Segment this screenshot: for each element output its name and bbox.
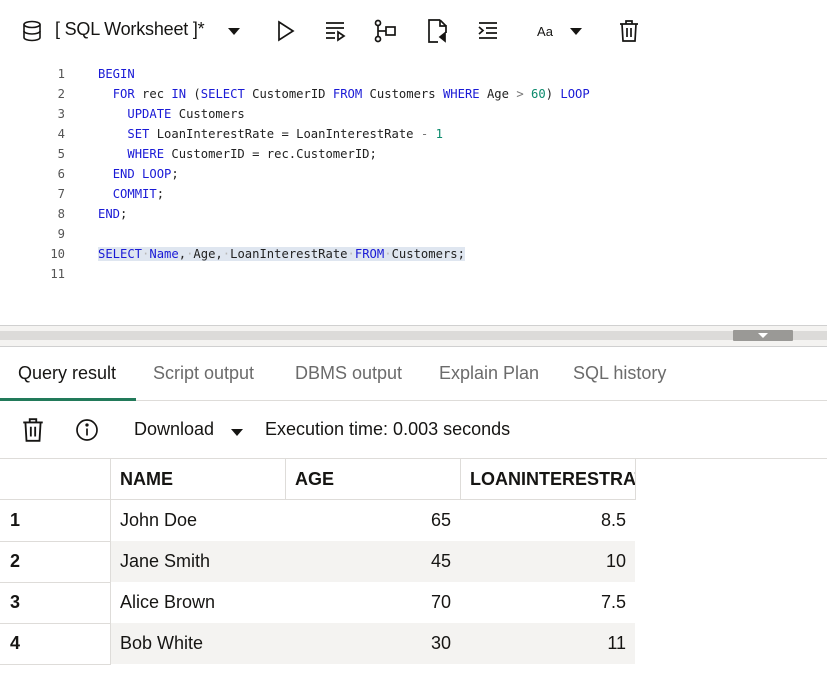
- run-script-icon[interactable]: [321, 16, 349, 46]
- grid-divider: [0, 582, 111, 583]
- column-header-name[interactable]: NAME: [120, 459, 280, 500]
- splitter-handle[interactable]: [733, 330, 793, 341]
- run-statement-icon[interactable]: [272, 16, 298, 46]
- cell-loaninterestrate[interactable]: 8.5: [461, 500, 635, 541]
- grid-divider: [285, 459, 286, 500]
- column-header-age[interactable]: AGE: [295, 459, 455, 500]
- cell-name[interactable]: Jane Smith: [111, 541, 285, 582]
- grid-divider: [635, 459, 636, 500]
- autotrace-icon[interactable]: [423, 16, 451, 46]
- code-line-8[interactable]: END;: [98, 207, 127, 221]
- line-number: 3: [57, 107, 65, 121]
- query-result-grid: NAME AGE LOANINTERESTRAT 1 John Doe 65 8…: [0, 458, 827, 693]
- cell-loaninterestrate[interactable]: 7.5: [461, 582, 635, 623]
- line-number: 10: [50, 247, 65, 261]
- grid-divider: [0, 541, 111, 542]
- code-line-1[interactable]: BEGIN: [98, 67, 135, 81]
- worksheet-title[interactable]: [ SQL Worksheet ]*: [55, 19, 205, 40]
- chevron-down-icon[interactable]: [566, 16, 586, 46]
- worksheet-toolbar: [ SQL Worksheet ]* Aa: [0, 0, 827, 62]
- tab-explain-plan[interactable]: Explain Plan: [439, 363, 539, 384]
- indent-icon[interactable]: [474, 16, 502, 46]
- row-number[interactable]: 1: [10, 500, 100, 541]
- database-icon[interactable]: [18, 16, 46, 46]
- grid-divider: [110, 459, 111, 664]
- line-number: 6: [57, 167, 65, 181]
- line-number: 9: [57, 227, 65, 241]
- line-number: 1: [57, 67, 65, 81]
- code-line-7[interactable]: COMMIT;: [98, 187, 164, 201]
- tab-query-result[interactable]: Query result: [18, 363, 116, 384]
- cell-loaninterestrate[interactable]: 10: [461, 541, 635, 582]
- code-line-10[interactable]: SELECT·Name,·Age,·LoanInterestRate·FROM·…: [98, 247, 465, 261]
- code-line-5[interactable]: WHERE CustomerID = rec.CustomerID;: [98, 147, 376, 161]
- code-line-4[interactable]: SET LoanInterestRate = LoanInterestRate …: [98, 127, 443, 141]
- sql-editor[interactable]: 1 2 3 4 5 6 7 8 9 10 11 BEGIN FOR rec IN…: [0, 62, 827, 324]
- chevron-down-icon[interactable]: [230, 424, 244, 442]
- download-button[interactable]: Download: [134, 419, 214, 440]
- cell-age[interactable]: 65: [286, 500, 460, 541]
- font-size-label[interactable]: Aa: [533, 16, 557, 46]
- line-number: 8: [57, 207, 65, 221]
- chevron-down-icon[interactable]: [224, 16, 244, 46]
- column-header-loaninterestrate[interactable]: LOANINTERESTRAT: [470, 459, 635, 500]
- cell-age[interactable]: 70: [286, 582, 460, 623]
- code-line-2[interactable]: FOR rec IN (SELECT CustomerID FROM Custo…: [98, 87, 590, 101]
- cell-age[interactable]: 30: [286, 623, 460, 664]
- line-number: 5: [57, 147, 65, 161]
- tab-sql-history[interactable]: SQL history: [573, 363, 666, 384]
- row-number[interactable]: 4: [10, 623, 100, 664]
- info-icon[interactable]: [75, 418, 99, 447]
- row-number[interactable]: 3: [10, 582, 100, 623]
- cell-loaninterestrate[interactable]: 11: [461, 623, 635, 664]
- trash-icon[interactable]: [616, 16, 642, 46]
- grid-divider: [460, 459, 461, 500]
- row-number[interactable]: 2: [10, 541, 100, 582]
- explain-plan-icon[interactable]: [371, 16, 399, 46]
- grid-divider: [0, 499, 636, 500]
- horizontal-scrollbar[interactable]: [0, 331, 827, 340]
- grid-divider: [0, 664, 111, 665]
- cell-name[interactable]: Bob White: [111, 623, 285, 664]
- chevron-down-icon: [758, 333, 768, 338]
- tab-dbms-output[interactable]: DBMS output: [295, 363, 402, 384]
- code-line-6[interactable]: END LOOP;: [98, 167, 179, 181]
- cell-name[interactable]: Alice Brown: [111, 582, 285, 623]
- code-line-3[interactable]: UPDATE Customers: [98, 107, 244, 121]
- trash-icon[interactable]: [21, 417, 45, 448]
- tab-script-output[interactable]: Script output: [153, 363, 254, 384]
- line-number: 2: [57, 87, 65, 101]
- line-number: 4: [57, 127, 65, 141]
- line-number: 7: [57, 187, 65, 201]
- cell-name[interactable]: John Doe: [111, 500, 285, 541]
- cell-age[interactable]: 45: [286, 541, 460, 582]
- line-number: 11: [50, 267, 65, 281]
- active-tab-indicator: [0, 398, 136, 401]
- execution-time: Execution time: 0.003 seconds: [265, 419, 511, 439]
- result-tabs: Query result Script output DBMS output E…: [0, 347, 827, 401]
- grid-divider: [0, 623, 111, 624]
